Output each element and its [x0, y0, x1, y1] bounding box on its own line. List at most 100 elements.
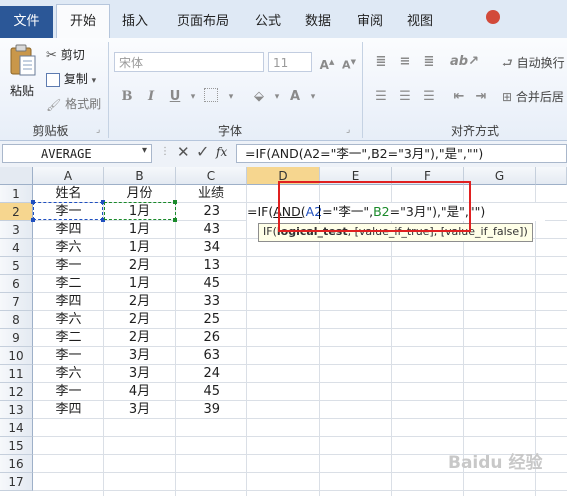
align-right-icon[interactable]: ☰: [420, 88, 438, 106]
tab-file[interactable]: 文件: [0, 6, 53, 38]
align-left-icon[interactable]: ☰: [372, 88, 390, 106]
font-size-combo[interactable]: 11: [268, 52, 312, 72]
cancel-icon[interactable]: ✕: [177, 143, 190, 161]
cell-b[interactable]: 1月: [104, 275, 175, 293]
row-header[interactable]: 12: [0, 383, 33, 401]
tab-review[interactable]: 审阅: [348, 8, 392, 36]
tab-insert[interactable]: 插入: [113, 8, 157, 36]
font-dialog-launcher-icon[interactable]: ⌟: [346, 125, 350, 135]
reference-handle[interactable]: [31, 200, 35, 204]
cell-b[interactable]: 1月: [104, 239, 175, 257]
cell-c[interactable]: 25: [176, 311, 246, 329]
align-bottom-icon[interactable]: ≣: [420, 53, 438, 71]
align-middle-icon[interactable]: ≡: [396, 53, 414, 71]
cell-a[interactable]: 李六: [34, 311, 103, 329]
cell-a[interactable]: 李一: [34, 383, 103, 401]
select-all-corner[interactable]: [0, 167, 33, 185]
cell-b[interactable]: 2月: [104, 329, 175, 347]
row-header[interactable]: 3: [0, 221, 33, 239]
column-header-b[interactable]: B: [104, 167, 176, 185]
cell-b[interactable]: 1月: [104, 221, 175, 239]
cell-b[interactable]: 3月: [104, 347, 175, 365]
copy-dropdown-icon[interactable]: ▾: [92, 76, 97, 86]
increase-indent-icon[interactable]: ⇥: [472, 88, 490, 106]
italic-icon[interactable]: I: [142, 88, 160, 106]
row-header[interactable]: 7: [0, 293, 33, 311]
row-header[interactable]: 1: [0, 185, 33, 203]
row-header[interactable]: 5: [0, 257, 33, 275]
cell-c[interactable]: 63: [176, 347, 246, 365]
cut-button[interactable]: ✂ 剪切: [46, 46, 85, 63]
orientation-icon[interactable]: ab↗: [450, 53, 479, 71]
tab-formulas[interactable]: 公式: [246, 8, 290, 36]
column-header-g[interactable]: G: [464, 167, 536, 185]
row-header[interactable]: 15: [0, 437, 33, 455]
reference-handle[interactable]: [173, 218, 177, 222]
fill-color-icon[interactable]: ⬙: [250, 88, 268, 106]
cell-c[interactable]: 43: [176, 221, 246, 239]
cell-b[interactable]: 2月: [104, 293, 175, 311]
row-header[interactable]: 17: [0, 473, 33, 491]
cell-a[interactable]: 李六: [34, 365, 103, 383]
formula-input[interactable]: =IF(AND(A2="李一",B2="3月"),"是",""): [236, 144, 567, 163]
row-header[interactable]: 11: [0, 365, 33, 383]
cell-b[interactable]: 4月: [104, 383, 175, 401]
column-header-c[interactable]: C: [176, 167, 247, 185]
font-color-dropdown-icon[interactable]: ▾: [304, 88, 322, 106]
insert-function-icon[interactable]: fx: [216, 145, 227, 159]
cell-c[interactable]: 23: [176, 203, 246, 221]
row-header[interactable]: 13: [0, 401, 33, 419]
row-header[interactable]: 10: [0, 347, 33, 365]
fill-color-dropdown-icon[interactable]: ▾: [268, 88, 286, 106]
cell-a[interactable]: 李二: [34, 275, 103, 293]
row-header[interactable]: 2: [0, 203, 33, 221]
cell-c[interactable]: 24: [176, 365, 246, 383]
cell-a[interactable]: 李四: [34, 401, 103, 419]
cell-a[interactable]: 李六: [34, 239, 103, 257]
border-dropdown-icon[interactable]: ▾: [222, 88, 240, 106]
cell-c[interactable]: 45: [176, 275, 246, 293]
cell-b[interactable]: 3月: [104, 401, 175, 419]
row-header[interactable]: 8: [0, 311, 33, 329]
name-box-dropdown-icon[interactable]: ▾: [142, 145, 147, 156]
row-header[interactable]: 14: [0, 419, 33, 437]
align-top-icon[interactable]: ≣: [372, 53, 390, 71]
row-header[interactable]: 9: [0, 329, 33, 347]
column-header-a[interactable]: A: [33, 167, 104, 185]
font-color-icon[interactable]: A: [286, 88, 304, 106]
underline-dropdown-icon[interactable]: ▾: [184, 88, 202, 106]
cell-a[interactable]: 李一: [34, 347, 103, 365]
cell-c[interactable]: 45: [176, 383, 246, 401]
copy-button[interactable]: 复制 ▾: [46, 70, 96, 87]
cell-a[interactable]: 李一: [34, 257, 103, 275]
cell-b1[interactable]: 月份: [104, 185, 175, 203]
align-center-icon[interactable]: ☰: [396, 88, 414, 106]
tab-data[interactable]: 数据: [296, 8, 340, 36]
tab-page-layout[interactable]: 页面布局: [164, 8, 242, 36]
cell-c[interactable]: 34: [176, 239, 246, 257]
underline-icon[interactable]: U: [166, 88, 184, 106]
cell-c[interactable]: 33: [176, 293, 246, 311]
row-header[interactable]: 16: [0, 455, 33, 473]
decrease-indent-icon[interactable]: ⇤: [450, 88, 468, 106]
cell-b[interactable]: 2月: [104, 311, 175, 329]
merge-center-button[interactable]: ⊞ 合并后居: [502, 88, 567, 105]
format-painter-button[interactable]: 🖌 格式刷: [46, 95, 101, 112]
font-name-combo[interactable]: 宋体: [114, 52, 264, 72]
cell-c1[interactable]: 业绩: [176, 185, 246, 203]
row-header[interactable]: 4: [0, 239, 33, 257]
bold-icon[interactable]: B: [118, 88, 136, 106]
cell-b[interactable]: 3月: [104, 365, 175, 383]
border-icon[interactable]: [202, 88, 220, 106]
paste-icon[interactable]: [8, 44, 38, 78]
cell-a[interactable]: 李四: [34, 293, 103, 311]
tab-view[interactable]: 视图: [398, 8, 442, 36]
reference-handle[interactable]: [173, 200, 177, 204]
paste-button[interactable]: 粘贴: [10, 82, 34, 99]
tab-home[interactable]: 开始: [56, 4, 110, 39]
enter-icon[interactable]: ✓: [196, 142, 209, 161]
cell-b[interactable]: 2月: [104, 257, 175, 275]
shrink-font-icon[interactable]: A▼: [340, 53, 358, 72]
clipboard-dialog-launcher-icon[interactable]: ⌟: [96, 125, 100, 135]
row-header[interactable]: 6: [0, 275, 33, 293]
